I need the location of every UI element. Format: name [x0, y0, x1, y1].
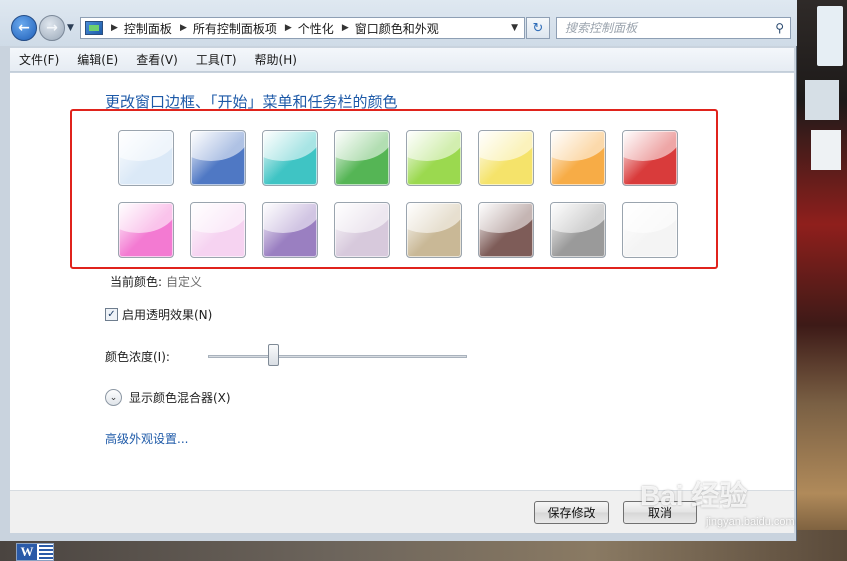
- history-dropdown-icon[interactable]: ▼: [67, 23, 74, 33]
- save-changes-button[interactable]: 保存修改: [534, 501, 609, 524]
- color-swatch[interactable]: [118, 202, 174, 258]
- color-swatch[interactable]: [478, 202, 534, 258]
- breadcrumb-all-items[interactable]: 所有控制面板项: [193, 20, 277, 37]
- transparency-row: ✓ 启用透明效果(N): [105, 306, 212, 323]
- color-swatch[interactable]: [262, 202, 318, 258]
- color-swatch[interactable]: [622, 130, 678, 186]
- breadcrumb-separator-icon[interactable]: ▶: [111, 23, 118, 33]
- color-swatch[interactable]: [550, 202, 606, 258]
- intensity-label: 颜色浓度(I):: [105, 350, 170, 364]
- intensity-slider-track[interactable]: [208, 355, 467, 358]
- color-swatch[interactable]: [118, 130, 174, 186]
- footer-bar: 保存修改 取消: [10, 490, 794, 533]
- search-icon[interactable]: ⚲: [775, 21, 784, 35]
- desktop-decoration: [817, 6, 843, 66]
- transparency-label[interactable]: 启用透明效果(N): [122, 306, 212, 323]
- color-swatch[interactable]: [190, 202, 246, 258]
- intensity-slider-thumb[interactable]: [267, 344, 279, 366]
- address-bar[interactable]: ▶ 控制面板 ▶ 所有控制面板项 ▶ 个性化 ▶ 窗口颜色和外观 ▼: [80, 17, 525, 39]
- desktop-decoration: [811, 130, 841, 170]
- color-swatch[interactable]: [406, 130, 462, 186]
- forward-arrow-icon[interactable]: →: [39, 15, 65, 41]
- navigation-bar: ← → ▼ ▶ 控制面板 ▶ 所有控制面板项 ▶ 个性化 ▶ 窗口颜色和外观 ▼…: [0, 0, 797, 46]
- search-input[interactable]: [565, 21, 765, 35]
- current-color-value: 自定义: [166, 275, 203, 289]
- main-content: 更改窗口边框、「开始」菜单和任务栏的颜色 当前颜色: 自定义 ✓ 启用透明效果(N…: [10, 73, 794, 490]
- breadcrumb-separator-icon[interactable]: ▶: [285, 23, 292, 33]
- desktop-background-right: [797, 0, 847, 561]
- breadcrumb-separator-icon[interactable]: ▶: [342, 23, 349, 33]
- menu-edit[interactable]: 编辑(E): [68, 51, 127, 68]
- refresh-icon[interactable]: ↻: [526, 17, 550, 39]
- color-swatch[interactable]: [478, 130, 534, 186]
- menu-bar: 文件(F) 编辑(E) 查看(V) 工具(T) 帮助(H): [10, 48, 794, 72]
- cancel-button[interactable]: 取消: [623, 501, 697, 524]
- menu-tools[interactable]: 工具(T): [187, 51, 246, 68]
- word-icon: W: [17, 544, 37, 560]
- color-swatch[interactable]: [262, 130, 318, 186]
- menu-help[interactable]: 帮助(H): [246, 51, 306, 68]
- breadcrumb-personalization[interactable]: 个性化: [298, 20, 334, 37]
- color-swatch[interactable]: [550, 130, 606, 186]
- color-swatch[interactable]: [334, 130, 390, 186]
- chevron-down-icon[interactable]: ⌄: [105, 389, 122, 406]
- breadcrumb-control-panel[interactable]: 控制面板: [124, 20, 172, 37]
- transparency-checkbox[interactable]: ✓: [105, 308, 118, 321]
- breadcrumb-separator-icon[interactable]: ▶: [180, 23, 187, 33]
- address-dropdown-icon[interactable]: ▼: [511, 23, 518, 33]
- desktop-decoration: [805, 80, 839, 120]
- menu-file[interactable]: 文件(F): [10, 51, 68, 68]
- color-swatch[interactable]: [622, 202, 678, 258]
- color-swatch[interactable]: [334, 202, 390, 258]
- advanced-appearance-link[interactable]: 高级外观设置...: [105, 430, 188, 447]
- color-mixer-row[interactable]: ⌄ 显示颜色混合器(X): [105, 389, 231, 406]
- current-color-label: 当前颜色:: [110, 275, 163, 289]
- search-box[interactable]: ⚲: [556, 17, 791, 39]
- document-lines-icon: [39, 545, 53, 559]
- color-swatch[interactable]: [406, 202, 462, 258]
- back-arrow-icon[interactable]: ←: [11, 15, 37, 41]
- menu-view[interactable]: 查看(V): [127, 51, 187, 68]
- control-panel-window: ← → ▼ ▶ 控制面板 ▶ 所有控制面板项 ▶ 个性化 ▶ 窗口颜色和外观 ▼…: [0, 0, 797, 541]
- breadcrumb-window-color[interactable]: 窗口颜色和外观: [355, 20, 439, 37]
- color-mixer-label[interactable]: 显示颜色混合器(X): [129, 389, 231, 406]
- current-color-row: 当前颜色: 自定义: [110, 273, 202, 290]
- control-panel-icon: [85, 21, 103, 35]
- color-swatch[interactable]: [190, 130, 246, 186]
- taskbar-word-button[interactable]: W: [16, 543, 54, 561]
